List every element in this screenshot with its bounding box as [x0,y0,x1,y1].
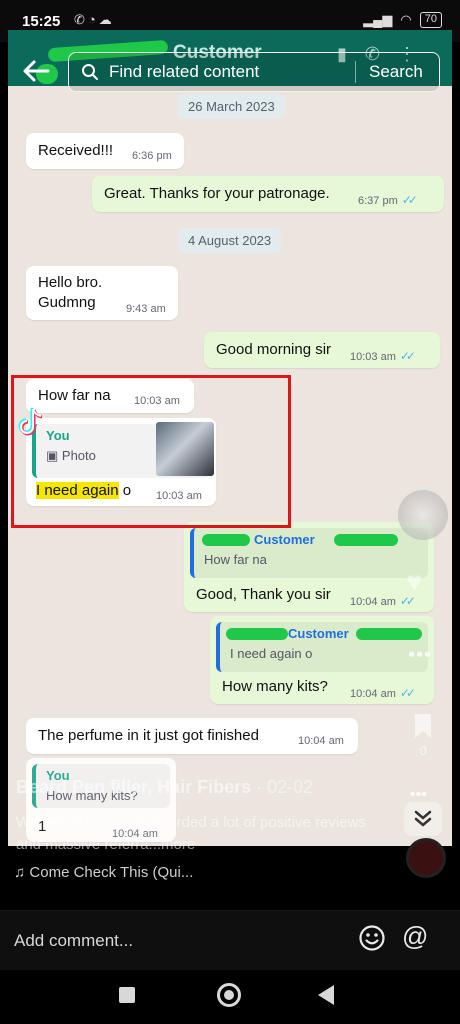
message-text: Good, Thank you sir [196,586,331,603]
video-title-text: Beard Pen filler, Hair Fibers [16,777,252,797]
search-input[interactable]: Find related content [109,62,259,82]
battery-icon: 70 [419,12,442,28]
video-title[interactable]: Beard Pen filler, Hair Fibers · 02-02 [16,777,313,798]
green-scribble [334,534,398,546]
quote-text: I need again o [230,646,313,661]
message-bubble[interactable]: The perfume in it just got finished 10:0… [26,718,358,754]
message-text: Gudmng [38,294,96,311]
quoted-message[interactable]: Customer How far na [190,528,428,578]
message-bubble[interactable]: Customer I need again o How many kits? 1… [210,616,434,704]
like-icon[interactable]: ♥ [406,566,438,598]
message-time: 6:37 pm ✓✓ [358,193,418,207]
search-icon [81,63,99,81]
status-time: 15:25 [22,13,61,30]
creator-avatar[interactable] [398,490,448,540]
video-description[interactable]: We would not have recorded a lot of posi… [16,812,376,856]
search-divider [355,61,356,83]
message-time-value: 10:04 am [350,688,396,700]
read-ticks-icon: ✓✓ [399,686,416,700]
message-time-value: 10:04 am [350,596,396,608]
circle-nav-icon[interactable] [217,983,241,1007]
message-bubble[interactable]: Great. Thanks for your patronage. 6:37 p… [92,176,444,212]
more-dots-icon[interactable]: ••• [410,786,440,803]
signal-icon: ▂▄▆ [363,12,393,27]
message-bubble[interactable]: Customer How far na Good, Thank you sir … [184,522,434,612]
quote-text: How far na [204,552,267,567]
emoji-icon[interactable] [358,924,386,952]
message-bubble[interactable]: Good morning sir 10:03 am ✓✓ [204,332,440,368]
circle-nav-inner [224,990,234,1000]
green-scribble [226,628,288,640]
green-scribble [202,534,250,546]
triangle-back-nav-icon[interactable] [318,985,334,1005]
system-navigation-bar [0,970,460,1024]
message-time: 9:43 am [126,303,166,315]
bookmark-icon[interactable] [412,712,434,740]
message-text: The perfume in it just got finished [38,727,259,744]
comment-input[interactable]: Add comment... [14,931,133,951]
back-arrow-icon[interactable] [20,56,52,86]
system-icons: ▂▄▆ ◠ 70 [363,12,442,28]
at-mention-icon[interactable]: @ [402,921,428,952]
more-dots-icon[interactable]: ••• [408,644,438,668]
message-text: Great. Thanks for your patronage. [104,185,330,202]
date-chip: 4 August 2023 [178,228,282,253]
music-row[interactable]: ♫ Come Check This (Qui... [14,864,193,881]
message-text: Good morning sir [216,341,332,358]
message-time-value: 6:37 pm [358,195,398,207]
green-scribble [356,628,422,640]
quoted-message[interactable]: Customer I need again o [216,622,428,672]
message-bubble[interactable]: Received!!! 6:36 pm [26,133,184,169]
message-text: Received!!! [38,142,114,159]
read-ticks-icon: ✓✓ [399,349,416,363]
video-date: · 02-02 [251,777,314,797]
comment-bar: Add comment... @ [0,910,460,970]
message-time: 10:03 am ✓✓ [350,349,416,363]
music-disc[interactable] [406,838,446,878]
message-text: How many kits? [222,678,328,695]
message-time: 10:04 am ✓✓ [350,686,416,700]
message-time: 6:36 pm [132,150,172,162]
message-bubble[interactable]: Hello bro. Gudmng 9:43 am [26,266,178,320]
music-note-icon: ♫ [14,864,30,881]
square-nav-icon[interactable] [119,987,135,1003]
highlight-annotation-box [11,375,291,528]
message-time: 10:04 am [298,735,344,747]
notification-icons: ✆◔☁ [74,12,115,27]
search-bar[interactable]: Find related content Search [68,52,440,92]
music-label: Come Check This (Qui... [29,864,194,881]
quote-author: Customer [254,532,315,547]
quote-author: Customer [288,626,349,641]
search-button[interactable]: Search [369,62,423,82]
date-chip: 26 March 2023 [178,94,285,119]
read-ticks-icon: ✓✓ [401,193,418,207]
message-time: 10:04 am ✓✓ [350,594,416,608]
comments-count: 0 [420,744,427,758]
wifi-icon: ◠ [400,12,412,27]
message-time-value: 10:03 am [350,351,396,363]
message-text: Hello bro. [38,274,103,291]
chevron-down-icon[interactable] [404,802,442,836]
